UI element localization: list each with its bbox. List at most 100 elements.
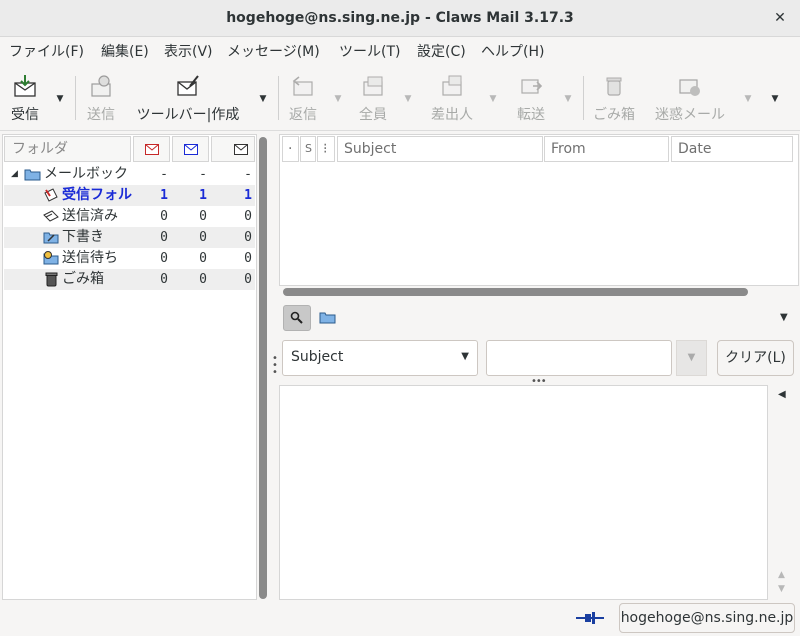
date-column-header[interactable]: Date [671,136,793,162]
reply-sender-icon [442,75,462,96]
folder-name: 送信済み [62,208,118,224]
reply-all-dropdown-arrow[interactable]: ▼ [403,94,413,104]
from-column-header[interactable]: From [544,136,669,162]
total-count-column-header[interactable] [211,136,255,162]
compose-dropdown-arrow[interactable]: ▼ [258,94,268,104]
compose-mail-icon [177,75,199,96]
inbox-icon [44,188,58,202]
spam-icon [679,79,700,96]
trash-button[interactable]: ごみ箱 [590,70,638,126]
search-input[interactable] [486,340,672,376]
folder-row-sent[interactable]: 送信済み 0 0 0 [4,206,255,227]
reply-sender-dropdown-arrow[interactable]: ▼ [488,94,498,104]
toolbar-separator [75,76,76,120]
reply-all-label: 全員 [359,107,387,123]
online-status-icon[interactable] [576,611,604,625]
reply-all-icon [363,76,383,96]
receive-button[interactable]: 受信 [4,70,46,126]
mark-column-header[interactable]: · [282,136,299,162]
send-mail-icon [91,75,111,97]
folder-name: 受信フォル [62,187,132,203]
menu-settings[interactable]: 設定(C) [417,41,466,61]
menu-tools[interactable]: ツール(T) [339,41,400,61]
folder-search-icon[interactable] [319,309,337,325]
mailbox-name: メールボック [44,166,128,182]
spam-dropdown-arrow[interactable]: ▼ [743,94,753,104]
clear-button[interactable]: クリア(L) [717,340,794,376]
reply-button[interactable]: 返信 [286,70,320,126]
receive-dropdown-arrow[interactable]: ▼ [55,94,65,104]
folder-name: 下書き [62,229,104,245]
trash-icon [606,77,622,96]
menu-file[interactable]: ファイル(F) [9,41,84,61]
folder-name: ごみ箱 [62,271,104,287]
menu-message[interactable]: メッセージ(M) [227,41,320,61]
queue-folder-icon [43,251,59,265]
search-type-dropdown[interactable]: Subject ▼ [282,340,478,376]
folder-unread-count: 0 [199,272,207,287]
menu-help[interactable]: ヘルプ(H) [481,41,544,61]
subject-column-header[interactable]: Subject [337,136,543,162]
window-title: hogehoge@ns.sing.ne.jp - Claws Mail 3.17… [226,10,574,26]
mailbox-root-row[interactable]: ◢ メールボック - - - [4,164,255,185]
folder-new-count: 0 [160,230,168,245]
folder-total-count: 0 [244,272,252,287]
menu-bar: ファイル(F) 編集(E) 表示(V) メッセージ(M) ツール(T) 設定(C… [0,37,800,63]
trash-label: ごみ箱 [593,107,635,123]
root-unread-count: - [199,167,207,182]
drafts-folder-icon [43,232,59,244]
view-collapse-arrow[interactable]: ◀ [778,389,786,400]
search-icon [290,311,303,324]
new-count-column-header[interactable] [133,136,170,162]
scroll-up-arrow[interactable]: ▲ [778,570,785,580]
folder-row-queue[interactable]: 送信待ち 0 0 0 [4,248,255,269]
scroll-down-arrow[interactable]: ▼ [778,584,785,594]
menu-edit[interactable]: 編集(E) [101,41,149,61]
folder-column-header[interactable]: フォルダ [4,136,131,162]
folder-new-count: 0 [160,272,168,287]
folder-row-inbox[interactable]: 受信フォル 1 1 1 [4,185,255,206]
quick-search-toggle[interactable] [283,305,311,331]
folder-unread-count: 0 [199,209,207,224]
expander-arrow-icon[interactable]: ◢ [11,164,18,185]
folder-row-drafts[interactable]: 下書き 0 0 0 [4,227,255,248]
message-list-hscrollbar[interactable] [283,288,748,296]
compose-button[interactable]: ツールバー|作成 [132,70,244,126]
folder-new-count: 0 [160,209,168,224]
forward-icon [521,79,543,94]
receive-mail-icon [14,75,36,97]
quick-search-menu-arrow[interactable]: ▼ [780,312,788,323]
attachment-column-header[interactable]: ⁝ [317,136,335,162]
toolbar-overflow-arrow[interactable]: ▼ [770,94,780,104]
menu-view[interactable]: 表示(V) [164,41,213,61]
folder-new-count: 1 [160,188,168,203]
close-window-button[interactable]: ✕ [768,6,792,30]
reply-sender-button[interactable]: 差出人 [428,70,476,126]
total-mail-icon [234,144,248,155]
folder-total-count: 1 [244,188,252,203]
send-button[interactable]: 送信 [82,70,120,126]
spam-label: 迷惑メール [655,107,725,123]
compose-label: ツールバー|作成 [136,107,240,123]
reply-all-button[interactable]: 全員 [356,70,390,126]
folder-row-trash[interactable]: ごみ箱 0 0 0 [4,269,255,290]
reply-label: 返信 [289,107,317,123]
folder-pane-scrollbar[interactable] [259,137,267,599]
reply-dropdown-arrow[interactable]: ▼ [333,94,343,104]
folder-total-count: 0 [244,251,252,266]
search-history-dropdown[interactable]: ▼ [676,340,707,376]
folder-unread-count: 0 [199,251,207,266]
pane-resize-grip[interactable]: • • • [272,354,278,378]
toolbar-separator [278,76,279,120]
forward-dropdown-arrow[interactable]: ▼ [563,94,573,104]
folder-total-count: 0 [244,209,252,224]
folder-tree: フォルダ ◢ メールボック - - - 受信フォル 1 1 1 送信済み 0 0… [2,134,257,600]
receive-label: 受信 [11,107,39,123]
unread-mail-icon [184,144,198,155]
sent-folder-icon [43,210,59,222]
unread-count-column-header[interactable] [172,136,209,162]
forward-button[interactable]: 転送 [512,70,550,126]
account-selector-button[interactable]: hogehoge@ns.sing.ne.jp [619,603,795,633]
status-column-header[interactable]: S [300,136,316,162]
spam-button[interactable]: 迷惑メール [651,70,729,126]
